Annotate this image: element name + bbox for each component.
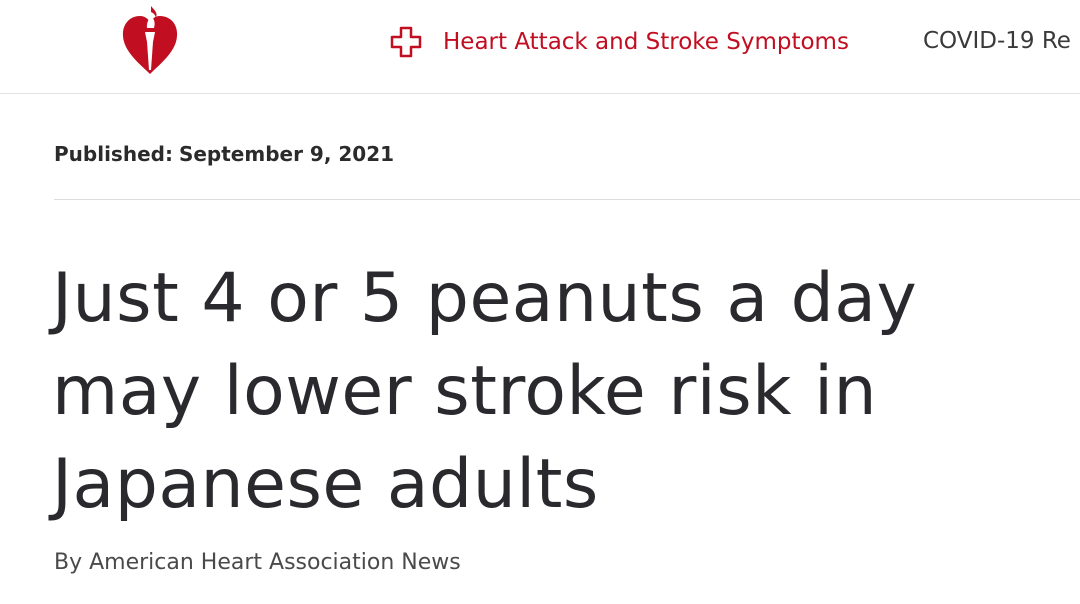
nav-covid-19[interactable]: COVID-19 Re	[923, 26, 1071, 56]
published-value: September 9, 2021	[178, 142, 395, 166]
site-header: Heart Attack and Stroke Symptoms COVID-1…	[0, 0, 1080, 94]
heart-torch-logo[interactable]	[118, 2, 182, 78]
article-byline: By American Heart Association News	[54, 550, 461, 575]
published-date: Published: September 9, 2021	[54, 142, 394, 166]
nav-heart-attack-stroke-symptoms[interactable]: Heart Attack and Stroke Symptoms	[390, 26, 849, 58]
medical-cross-icon	[390, 26, 422, 58]
nav-symptoms-label: Heart Attack and Stroke Symptoms	[443, 29, 849, 55]
heart-torch-logo-icon	[122, 6, 178, 74]
nav-covid-label: COVID-19 Re	[923, 28, 1071, 54]
article-headline: Just 4 or 5 peanuts a day may lower stro…	[52, 259, 918, 524]
published-label: Published:	[54, 142, 173, 166]
divider	[54, 199, 1080, 200]
